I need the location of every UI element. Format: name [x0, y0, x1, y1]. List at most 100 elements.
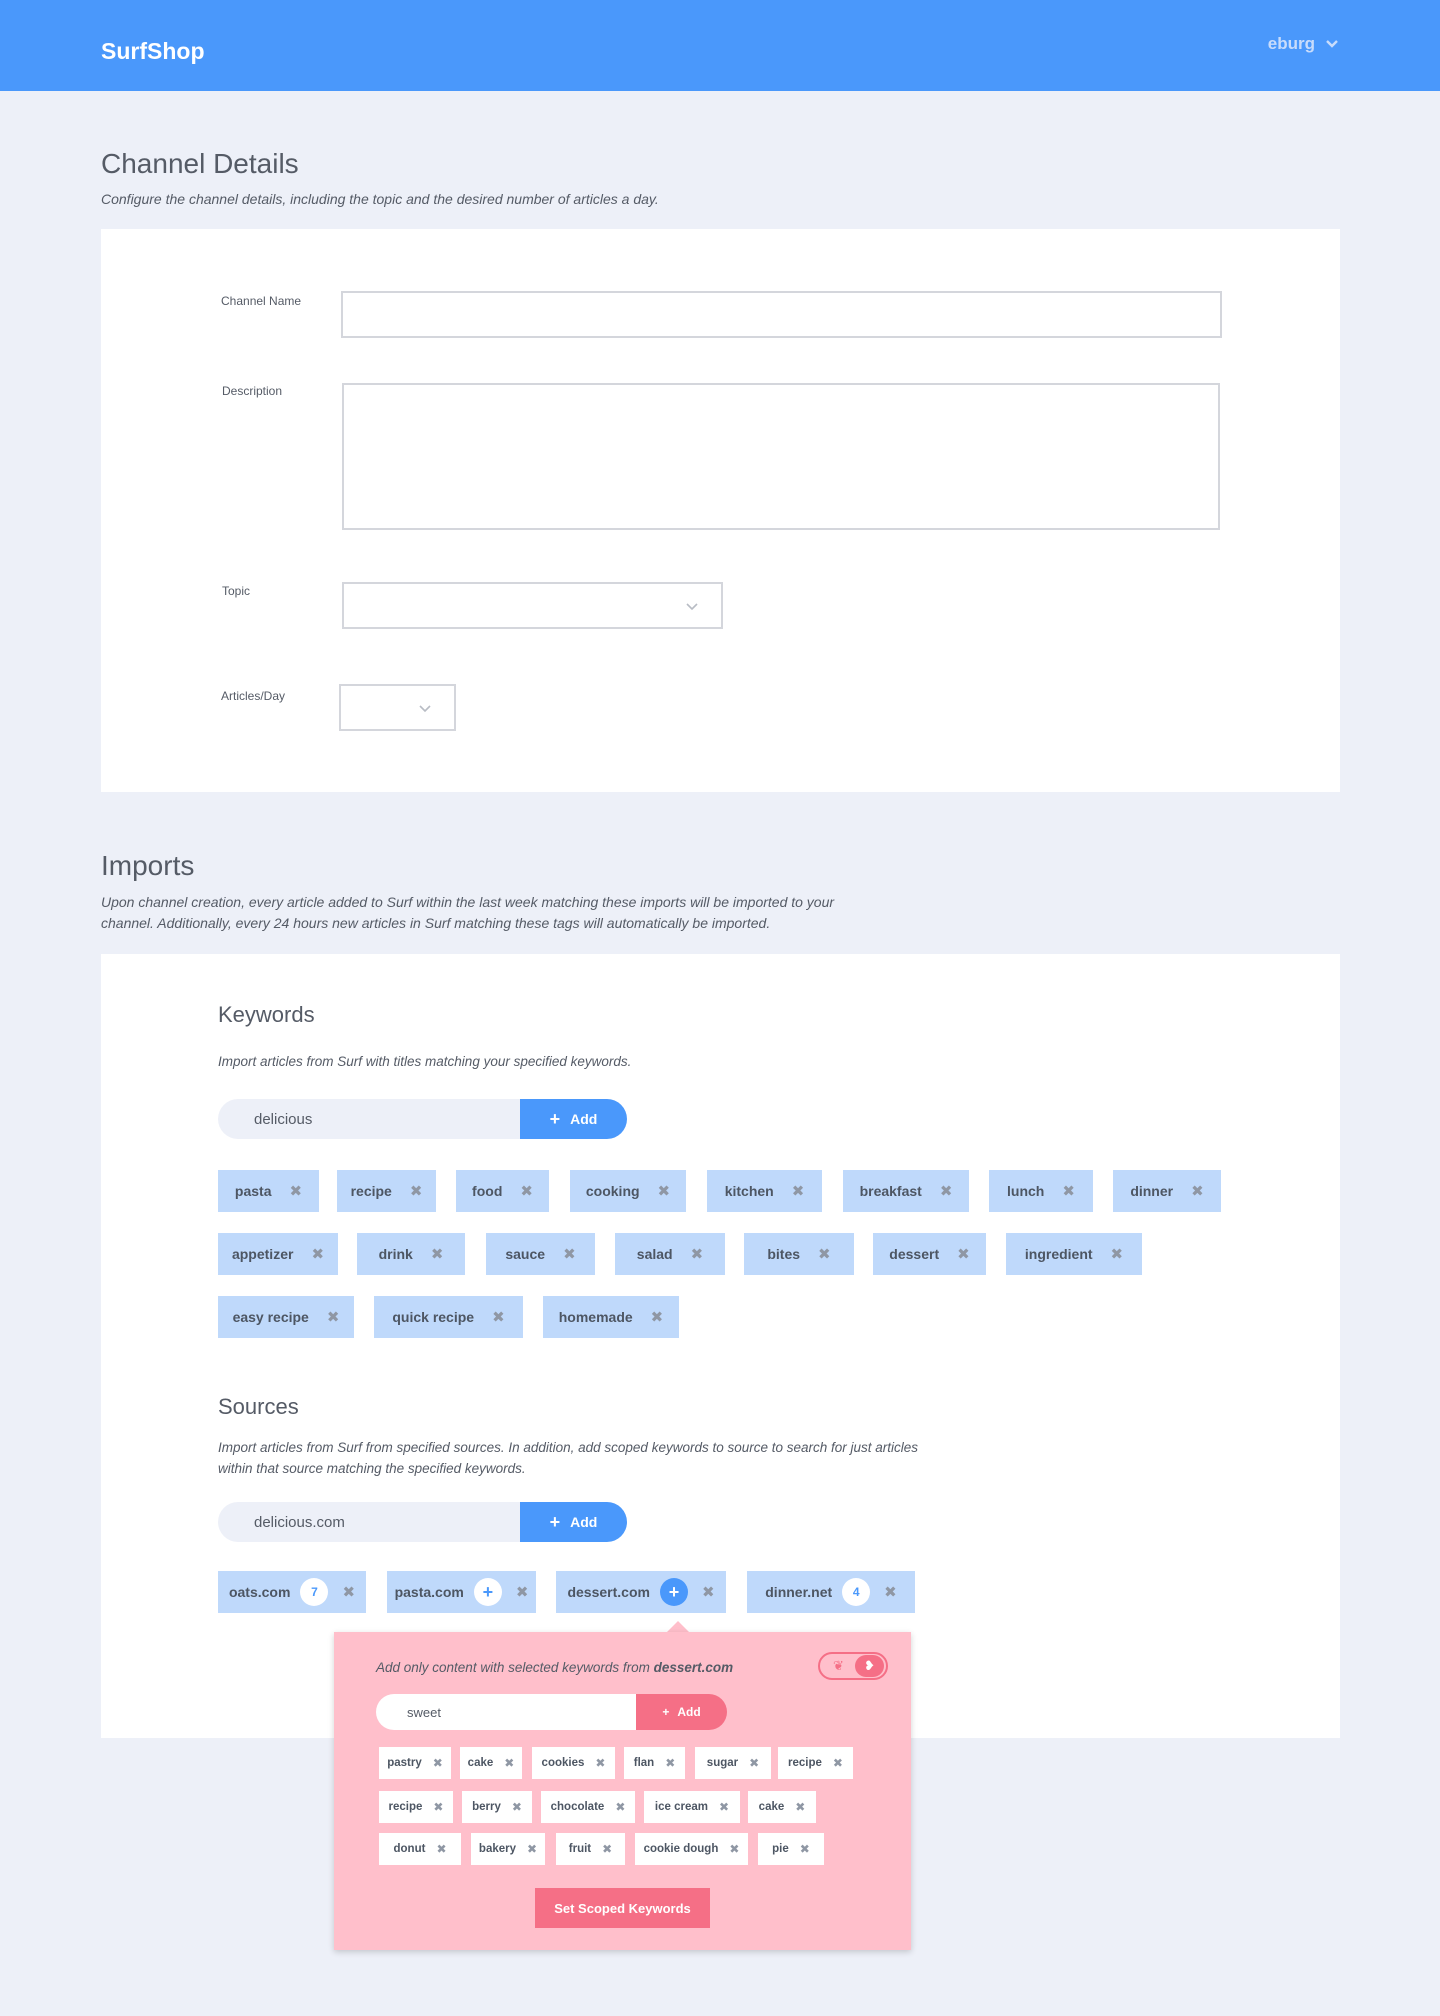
close-icon[interactable]: ✖	[719, 1800, 729, 1814]
keyword-tag-label: food	[472, 1183, 503, 1199]
close-icon[interactable]: ✖	[563, 1245, 576, 1263]
topic-select[interactable]	[342, 582, 723, 629]
keyword-tag: ingredient ✖	[1006, 1233, 1142, 1275]
source-input[interactable]	[218, 1502, 520, 1542]
keyword-tag-label: drink	[378, 1246, 413, 1262]
close-icon[interactable]: ✖	[410, 1182, 423, 1200]
close-icon[interactable]: ✖	[431, 1245, 444, 1263]
scoped-keyword-tag: recipe ✖	[379, 1791, 453, 1823]
scoped-keyword-label: recipe	[788, 1757, 822, 1769]
keywords-desc: Import articles from Surf with titles ma…	[218, 1054, 632, 1069]
imports-desc-line-1: Upon channel creation, every article add…	[101, 894, 835, 910]
user-menu[interactable]: eburg	[1268, 34, 1339, 54]
close-icon[interactable]: ✖	[290, 1182, 303, 1200]
chevron-down-icon	[1326, 40, 1338, 48]
scoped-keyword-label: cookie dough	[643, 1843, 719, 1855]
close-icon[interactable]: ✖	[1062, 1182, 1075, 1200]
close-icon[interactable]: ✖	[818, 1245, 831, 1263]
close-icon[interactable]: ✖	[615, 1800, 625, 1814]
close-icon[interactable]: ✖	[602, 1842, 612, 1856]
close-icon[interactable]: ✖	[1191, 1182, 1204, 1200]
close-icon[interactable]: ✖	[595, 1756, 605, 1770]
close-icon[interactable]: ✖	[433, 1800, 443, 1814]
keyword-tag-label: bites	[767, 1246, 801, 1262]
keyword-tag: quick recipe ✖	[374, 1296, 523, 1338]
imports-desc-line-2: channel. Additionally, every 24 hours ne…	[101, 915, 771, 931]
scope-toggle[interactable]: ❦ ❥	[818, 1652, 888, 1680]
channel-name-input[interactable]	[341, 291, 1222, 338]
keyword-tag: sauce ✖	[486, 1233, 595, 1275]
close-icon[interactable]: ✖	[702, 1583, 715, 1601]
scoped-keywords-popup: Add only content with selected keywords …	[334, 1632, 911, 1950]
scoped-keyword-label: chocolate	[550, 1801, 605, 1813]
keywords-title: Keywords	[218, 1002, 315, 1027]
scoped-keyword-label: ice cream	[654, 1801, 708, 1813]
scoped-keyword-label: cookies	[541, 1757, 585, 1769]
scoped-keyword-label: sugar	[706, 1757, 739, 1769]
keyword-count-badge[interactable]: 4	[842, 1578, 871, 1606]
scoped-keyword-tag: chocolate ✖	[541, 1791, 635, 1823]
close-icon[interactable]: ✖	[691, 1245, 704, 1263]
description-label: Description	[222, 384, 283, 398]
add-scoped-keyword-label: Add	[677, 1705, 701, 1719]
scoped-keyword-tag: cookie dough ✖	[635, 1833, 748, 1865]
close-icon[interactable]: ✖	[651, 1308, 664, 1326]
add-scoped-keyword-button[interactable]: + Add	[636, 1694, 727, 1730]
close-icon[interactable]: ✖	[512, 1800, 522, 1814]
keyword-tag-label: lunch	[1007, 1183, 1045, 1199]
source-tag-label: dessert.com	[567, 1584, 650, 1600]
close-icon[interactable]: ✖	[327, 1308, 340, 1326]
close-icon[interactable]: ✖	[311, 1245, 324, 1263]
plus-icon[interactable]: +	[473, 1578, 502, 1606]
keyword-input[interactable]	[218, 1099, 520, 1139]
scoped-keyword-input[interactable]	[376, 1694, 636, 1730]
keyword-tag: breakfast ✖	[843, 1170, 969, 1212]
keyword-tag: lunch ✖	[989, 1170, 1093, 1212]
close-icon[interactable]: ✖	[1111, 1245, 1124, 1263]
keyword-count-badge[interactable]: 7	[300, 1578, 329, 1606]
set-scoped-keywords-button[interactable]: Set Scoped Keywords	[535, 1888, 710, 1928]
description-textarea[interactable]	[342, 383, 1220, 530]
keyword-tag: appetizer ✖	[218, 1233, 338, 1275]
source-tag-label: dinner.net	[765, 1584, 833, 1600]
scoped-keyword-label: donut	[393, 1843, 426, 1855]
chevron-down-icon	[686, 602, 698, 610]
brand-logo[interactable]: SurfShop	[101, 38, 205, 65]
close-icon[interactable]: ✖	[492, 1308, 505, 1326]
close-icon[interactable]: ✖	[749, 1756, 759, 1770]
plus-icon: +	[662, 1705, 670, 1719]
scoped-keyword-label: bakery	[478, 1843, 517, 1855]
scoped-keyword-tag: pastry ✖	[379, 1747, 451, 1779]
sources-title: Sources	[218, 1394, 299, 1419]
close-icon[interactable]: ✖	[884, 1583, 897, 1601]
close-icon[interactable]: ✖	[800, 1842, 810, 1856]
plus-icon[interactable]: +	[659, 1578, 688, 1606]
close-icon[interactable]: ✖	[433, 1756, 443, 1770]
close-icon[interactable]: ✖	[729, 1842, 739, 1856]
close-icon[interactable]: ✖	[436, 1842, 446, 1856]
keyword-tag: salad ✖	[615, 1233, 725, 1275]
heart-icon: ❥	[854, 1655, 884, 1677]
channel-details-title: Channel Details	[101, 148, 299, 179]
close-icon[interactable]: ✖	[527, 1842, 537, 1856]
close-icon[interactable]: ✖	[940, 1182, 953, 1200]
scoped-keyword-tag: cake ✖	[748, 1791, 816, 1823]
keyword-tag-label: appetizer	[231, 1246, 294, 1262]
close-icon[interactable]: ✖	[342, 1583, 355, 1601]
close-icon[interactable]: ✖	[795, 1800, 805, 1814]
close-icon[interactable]: ✖	[658, 1182, 671, 1200]
close-icon[interactable]: ✖	[504, 1756, 514, 1770]
channel-name-label: Channel Name	[221, 294, 302, 308]
close-icon[interactable]: ✖	[520, 1182, 533, 1200]
articles-per-day-select[interactable]	[339, 684, 456, 731]
close-icon[interactable]: ✖	[516, 1583, 529, 1601]
add-keyword-button[interactable]: + Add	[520, 1099, 627, 1139]
close-icon[interactable]: ✖	[665, 1756, 675, 1770]
add-source-button[interactable]: + Add	[520, 1502, 627, 1542]
keyword-tag-label: quick recipe	[392, 1309, 475, 1325]
close-icon[interactable]: ✖	[833, 1756, 843, 1770]
close-icon[interactable]: ✖	[957, 1245, 970, 1263]
keyword-add-form: + Add	[218, 1099, 627, 1139]
close-icon[interactable]: ✖	[792, 1182, 805, 1200]
scoped-source-name: dessert.com	[653, 1660, 734, 1675]
